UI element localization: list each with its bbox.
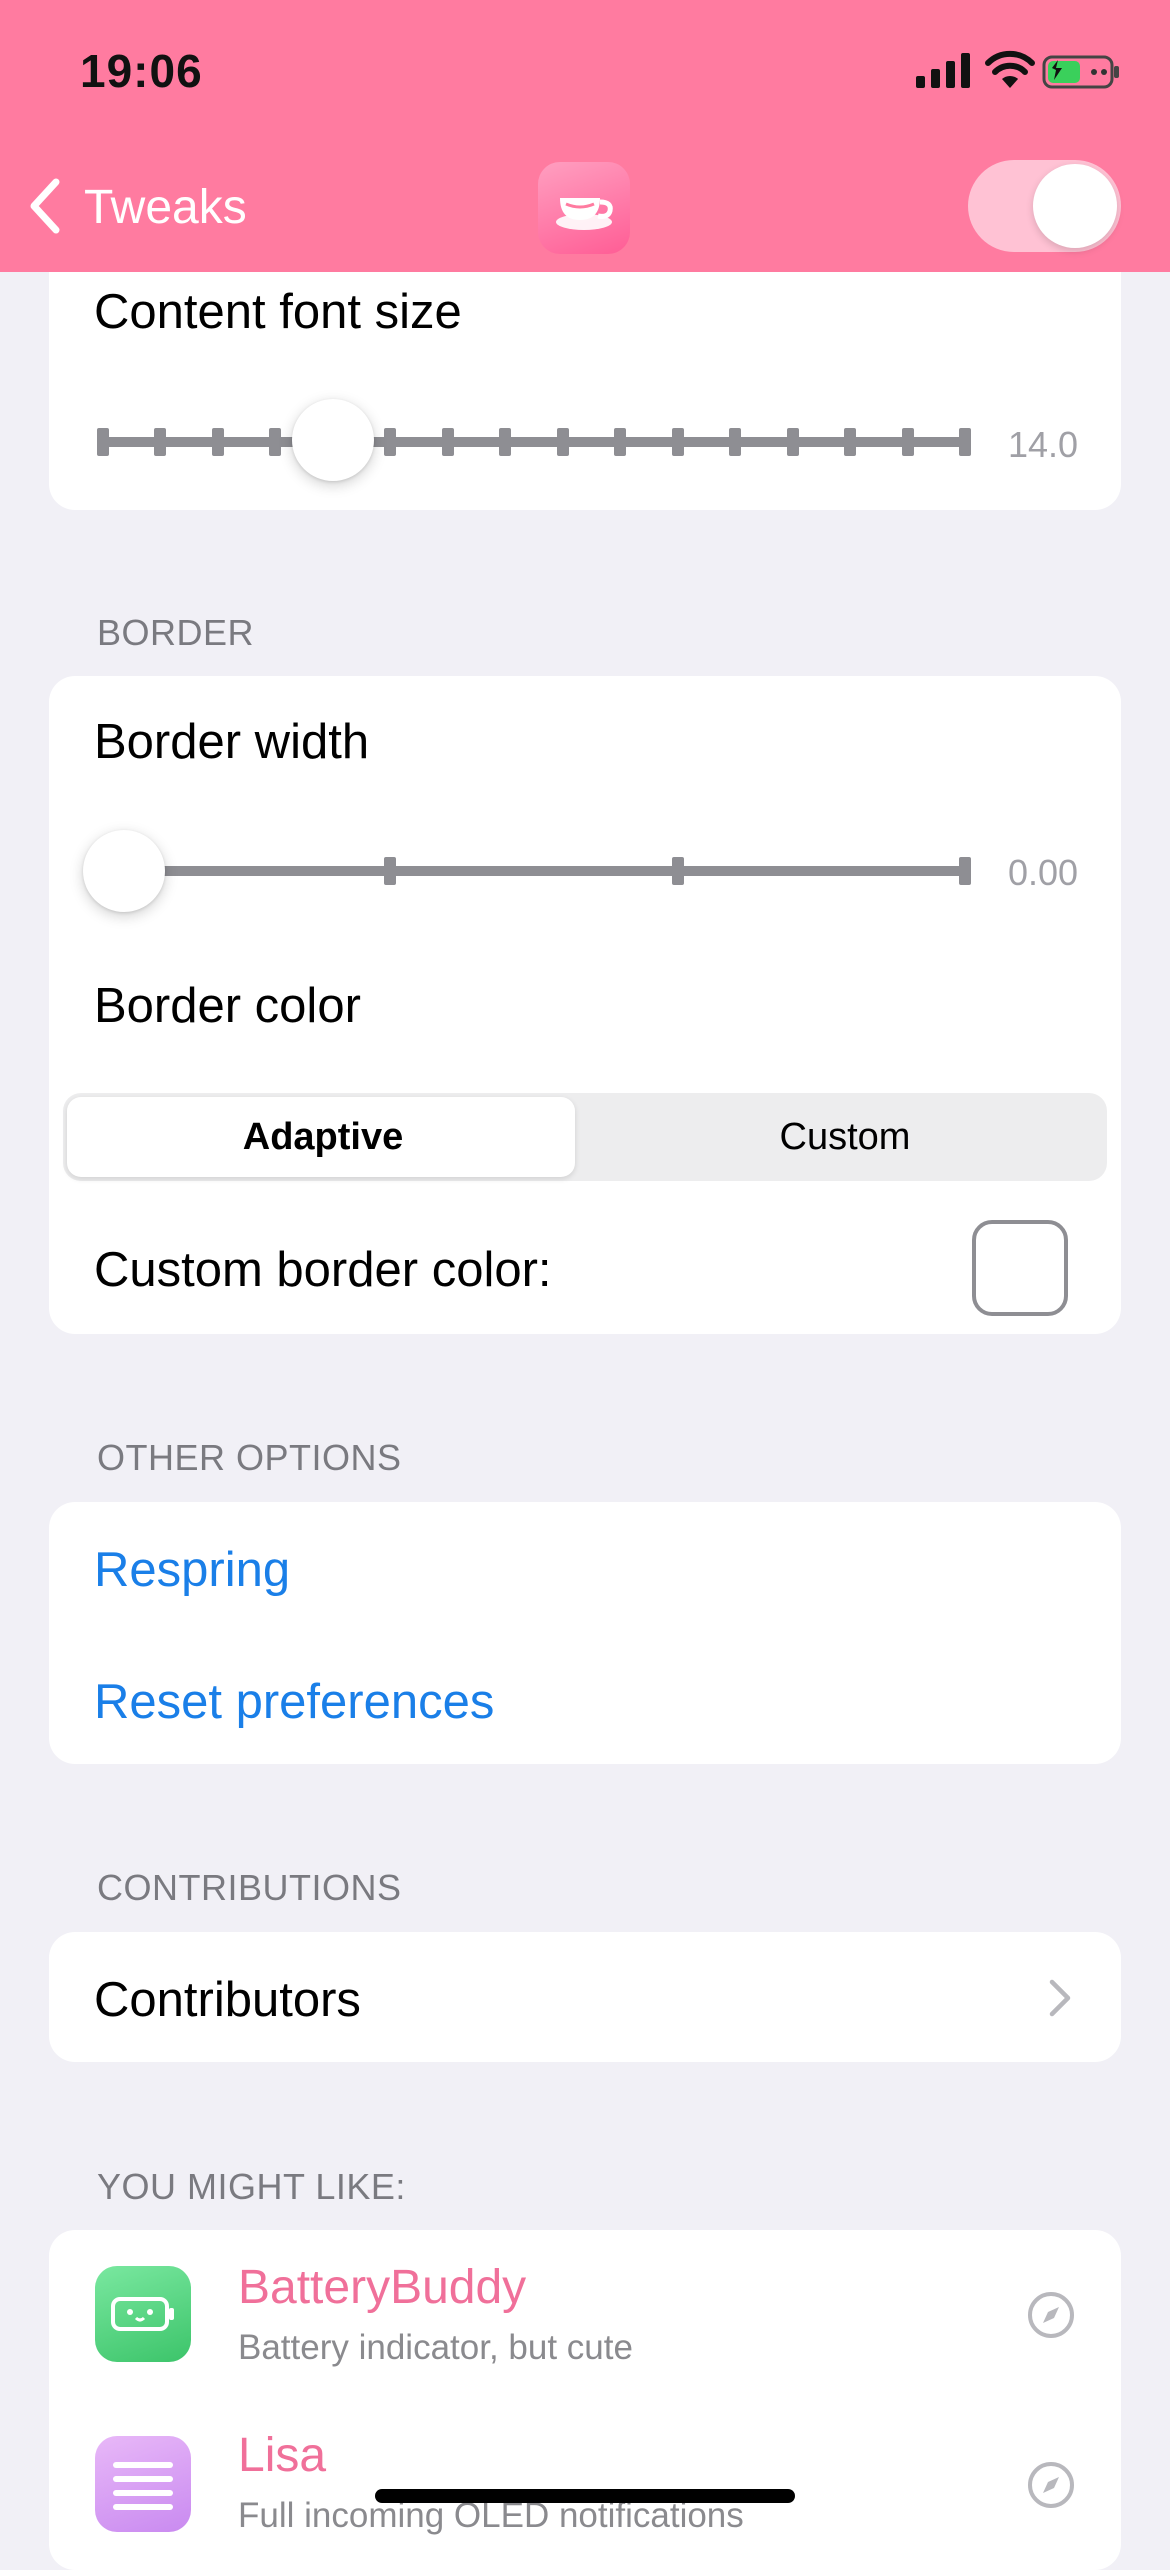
slider-tick — [499, 428, 512, 456]
teacup-app-icon — [538, 162, 630, 254]
slider-tick — [154, 428, 167, 456]
border-width-slider-track[interactable] — [97, 857, 971, 885]
you-might-like-header: YOU MIGHT LIKE: — [97, 2166, 406, 2207]
font-size-card — [49, 230, 1121, 510]
nav-header: 19:06 Tweaks — [0, 0, 1170, 272]
contributions-header: CONTRIBUTIONS — [97, 1867, 402, 1908]
slider-tick — [844, 428, 857, 456]
back-chevron-icon[interactable] — [26, 176, 62, 236]
slider-tick — [614, 428, 627, 456]
recommendation-subtitle: Battery indicator, but cute — [238, 2328, 633, 2367]
slider-tick — [211, 428, 224, 456]
compass-icon[interactable] — [1026, 2460, 1076, 2510]
border-width-value: 0.00 — [1008, 852, 1079, 893]
slider-tick — [671, 428, 684, 456]
slider-tick — [556, 428, 569, 456]
chevron-right-icon — [1049, 1979, 1071, 2017]
custom-border-color-swatch[interactable] — [972, 1220, 1068, 1316]
respring-link[interactable]: Respring — [94, 1542, 290, 1598]
custom-border-color-label: Custom border color: — [94, 1243, 552, 1297]
wifi-icon — [985, 50, 1035, 88]
border-color-segmented-control[interactable]: Adaptive Custom — [63, 1093, 1107, 1181]
slider-tick — [269, 428, 282, 456]
slider-tick — [441, 428, 454, 456]
segment-custom[interactable]: Custom — [585, 1093, 1105, 1181]
battery-icon — [1042, 55, 1119, 89]
slider-tick — [97, 428, 109, 456]
slider-tick — [729, 428, 742, 456]
border-section-header: BORDER — [97, 612, 255, 653]
battery-face-icon — [95, 2266, 191, 2362]
font-size-slider-track[interactable] — [97, 428, 971, 456]
slider-tick — [786, 428, 799, 456]
slider-tick — [671, 857, 684, 885]
slider-tick — [384, 428, 397, 456]
slider-tick — [901, 428, 914, 456]
back-button[interactable]: Tweaks — [84, 180, 247, 235]
border-width-label: Border width — [94, 715, 370, 769]
recommendation-title[interactable]: Lisa — [238, 2428, 326, 2483]
slider-tick — [959, 428, 971, 456]
home-indicator — [375, 2489, 795, 2503]
slider-tick — [384, 857, 397, 885]
lines-icon — [95, 2436, 191, 2532]
status-time: 19:06 — [80, 45, 203, 97]
enable-tweak-toggle[interactable] — [968, 160, 1121, 252]
font-size-value: 14.0 — [1008, 424, 1079, 465]
toggle-knob — [1033, 164, 1117, 248]
font-size-slider-knob[interactable] — [291, 399, 374, 481]
border-color-label: Border color — [94, 979, 361, 1033]
contributors-label: Contributors — [94, 1973, 361, 2027]
compass-icon[interactable] — [1026, 2290, 1076, 2340]
border-width-slider-knob[interactable] — [83, 830, 165, 912]
cellular-signal-icon — [916, 53, 970, 88]
content-font-size-label: Content font size — [94, 285, 462, 339]
segment-adaptive[interactable]: Adaptive — [63, 1093, 583, 1181]
reset-preferences-link[interactable]: Reset preferences — [94, 1674, 494, 1730]
other-options-header: OTHER OPTIONS — [97, 1437, 402, 1478]
recommendation-title[interactable]: BatteryBuddy — [238, 2260, 526, 2315]
slider-tick — [959, 857, 971, 885]
